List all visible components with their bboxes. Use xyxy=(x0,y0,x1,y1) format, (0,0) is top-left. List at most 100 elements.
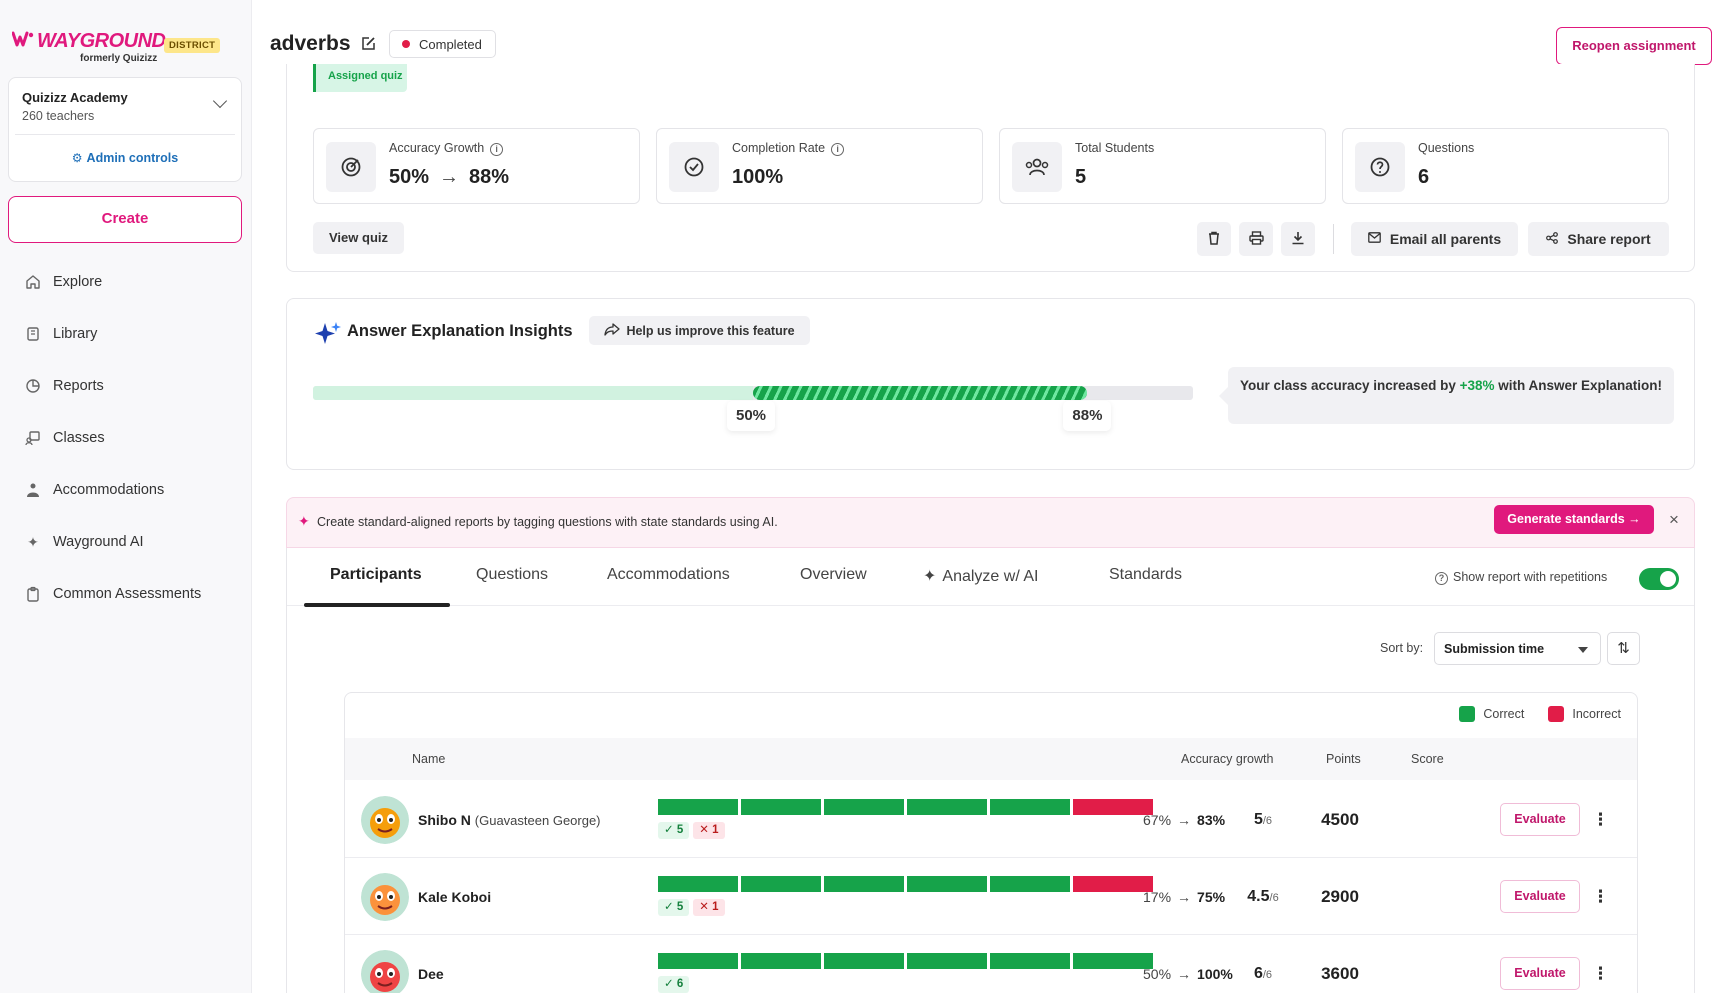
question-icon xyxy=(1355,142,1405,192)
assigned-quiz-tag: Assigned quiz xyxy=(313,64,407,92)
sort-select[interactable]: Submission time xyxy=(1434,632,1601,665)
brand-glyph-icon xyxy=(11,30,34,53)
correct-answer-bar[interactable] xyxy=(907,876,987,892)
avatar xyxy=(361,796,409,844)
arrow-right-icon: → xyxy=(1177,966,1192,982)
sidebar-nav: Explore Library Reports Classes Accommod… xyxy=(0,256,252,620)
sidebar-item-reports[interactable]: Reports xyxy=(0,360,252,412)
tab-standards[interactable]: Standards xyxy=(1109,566,1182,584)
correct-answer-bar[interactable] xyxy=(824,799,904,815)
participant-accuracy-growth: 17% → 75% xyxy=(1143,889,1226,905)
tab-analyze-ai[interactable]: ✦ Analyze w/ AI xyxy=(923,566,1038,586)
generate-standards-button[interactable]: Generate standards → xyxy=(1494,505,1654,534)
create-button[interactable]: Create xyxy=(8,196,242,243)
participant-name: Kale Koboi xyxy=(418,889,492,905)
sort-direction-button[interactable]: ⇅ xyxy=(1607,632,1640,665)
more-options-icon[interactable]: ⋮ xyxy=(1592,806,1609,834)
org-teacher-count: 260 teachers xyxy=(22,109,95,123)
print-button[interactable] xyxy=(1239,222,1273,256)
download-button[interactable] xyxy=(1281,222,1315,256)
evaluate-button[interactable]: Evaluate xyxy=(1500,880,1580,913)
stat-value: 6 xyxy=(1418,166,1430,188)
sidebar-item-classes[interactable]: Classes xyxy=(0,412,252,464)
chevron-down-icon[interactable] xyxy=(212,93,228,109)
brand-wordmark: WAYGROUND xyxy=(11,30,166,53)
brand-logo[interactable]: WAYGROUND DISTRICT formerly Quizizz xyxy=(11,28,242,66)
email-all-parents-button[interactable]: Email all parents xyxy=(1351,222,1518,256)
incorrect-answer-bar[interactable] xyxy=(1073,799,1153,815)
participant-score: 4500 xyxy=(1321,810,1359,829)
edit-icon[interactable] xyxy=(360,36,376,52)
reopen-assignment-button[interactable]: Reopen assignment xyxy=(1556,27,1712,65)
correct-answer-bar[interactable] xyxy=(658,799,738,815)
caret-down-icon xyxy=(1578,647,1588,653)
correct-swatch xyxy=(1459,706,1476,722)
correct-answer-bar[interactable] xyxy=(741,953,821,969)
stat-label: Total Students xyxy=(1075,141,1155,155)
answer-counts: ✓ 6 xyxy=(658,976,693,993)
answer-counts: ✓ 5 ✕ 1 xyxy=(658,822,729,839)
column-header-name: Name xyxy=(412,752,446,766)
evaluate-button[interactable]: Evaluate xyxy=(1500,957,1580,990)
gear-icon: ⚙ xyxy=(71,151,83,165)
participant-accuracy-growth: 67% → 83% xyxy=(1143,812,1226,828)
sidebar-item-accommodations[interactable]: Accommodations xyxy=(0,464,252,516)
table-row[interactable]: Kale Koboi ✓ 5 ✕ 1 17% → 75% 4.5/6 2900 Evaluat… xyxy=(345,858,1637,935)
status-dot xyxy=(402,40,410,48)
tab-questions[interactable]: Questions xyxy=(476,566,548,584)
help-improve-button[interactable]: Help us improve this feature xyxy=(589,316,810,345)
delete-button[interactable] xyxy=(1197,222,1231,256)
participant-accuracy-growth: 50% → 100% xyxy=(1143,966,1233,982)
correct-answer-bar[interactable] xyxy=(907,799,987,815)
arrow-right-icon: → xyxy=(1177,889,1192,905)
close-icon[interactable]: × xyxy=(1669,510,1679,530)
answer-legend: Correct Incorrect xyxy=(1459,706,1621,722)
incorrect-answer-bar[interactable] xyxy=(1073,876,1153,892)
arrow-right-icon: → xyxy=(439,166,460,188)
correct-answer-bar[interactable] xyxy=(990,799,1070,815)
sidebar-item-label: Classes xyxy=(53,430,105,446)
correct-answer-bar[interactable] xyxy=(658,953,738,969)
sidebar-item-wayground-ai[interactable]: ✦ Wayground AI xyxy=(0,516,252,568)
sidebar-item-common-assessments[interactable]: Common Assessments xyxy=(0,568,252,620)
district-badge: DISTRICT xyxy=(164,38,221,53)
stat-completion-rate: Completion Rate i 100% xyxy=(656,128,983,204)
info-icon[interactable]: i xyxy=(831,143,845,156)
active-tab-indicator xyxy=(304,603,450,607)
stat-accuracy-growth: Accuracy Growth i 50% → 88% xyxy=(313,128,640,204)
question-icon[interactable]: ? xyxy=(1435,572,1448,585)
org-switcher[interactable]: Quizizz Academy 260 teachers ⚙ Admin cont… xyxy=(8,77,242,182)
info-icon[interactable]: i xyxy=(490,143,504,156)
correct-answer-bar[interactable] xyxy=(824,953,904,969)
sidebar-item-explore[interactable]: Explore xyxy=(0,256,252,308)
correct-answer-bar[interactable] xyxy=(990,876,1070,892)
correct-answer-bar[interactable] xyxy=(741,876,821,892)
show-repetitions-toggle[interactable] xyxy=(1639,568,1679,590)
check-circle-icon xyxy=(669,142,719,192)
tab-participants[interactable]: Participants xyxy=(330,566,422,584)
correct-answer-bar[interactable] xyxy=(990,953,1070,969)
accommodations-icon xyxy=(24,481,42,499)
table-row[interactable]: Shibo N (Guavasteen George) ✓ 5 ✕ 1 67% → 83%… xyxy=(345,781,1637,858)
view-quiz-button[interactable]: View quiz xyxy=(313,222,404,254)
tab-accommodations[interactable]: Accommodations xyxy=(607,566,730,584)
correct-answer-bar[interactable] xyxy=(824,876,904,892)
sidebar-item-label: Library xyxy=(53,326,98,342)
admin-controls-link[interactable]: ⚙ Admin controls xyxy=(9,151,241,165)
correct-answer-bar[interactable] xyxy=(741,799,821,815)
correct-answer-bar[interactable] xyxy=(1073,953,1153,969)
summary-panel: Assigned quiz Accuracy Growth i 50% → 88% C… xyxy=(286,64,1695,272)
mail-icon xyxy=(1368,232,1381,246)
more-options-icon[interactable]: ⋮ xyxy=(1592,960,1609,988)
table-row[interactable]: Dee ✓ 6 50% → 100% 6/6 3600 Evaluate ⋮ xyxy=(345,935,1637,993)
accuracy-gain-fill xyxy=(753,386,1088,400)
correct-answer-bar[interactable] xyxy=(658,876,738,892)
correct-answer-bar[interactable] xyxy=(907,953,987,969)
tab-overview[interactable]: Overview xyxy=(800,566,867,584)
evaluate-button[interactable]: Evaluate xyxy=(1500,803,1580,836)
share-report-button[interactable]: Share report xyxy=(1528,222,1669,256)
sidebar-item-library[interactable]: Library xyxy=(0,308,252,360)
more-options-icon[interactable]: ⋮ xyxy=(1592,883,1609,911)
banner-text: Create standard-aligned reports by taggi… xyxy=(317,515,778,529)
trash-icon xyxy=(1207,231,1221,248)
